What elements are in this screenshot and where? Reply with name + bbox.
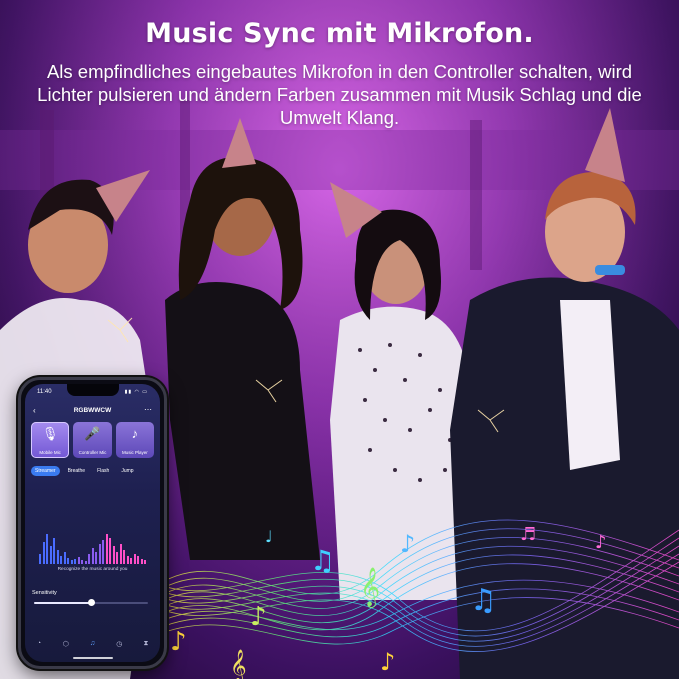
svg-text:♪: ♪: [595, 532, 607, 553]
mode-label: Mobile Mic: [39, 450, 61, 455]
visualizer-bar: [46, 534, 48, 564]
bottom-tab-bar: ◔ ⬡ ♫ ◷ ⧗: [31, 640, 154, 652]
audio-visualizer: [39, 530, 149, 564]
visualizer-bar: [116, 552, 118, 564]
mode-controller-mic[interactable]: 🎤 Controller Mic: [73, 422, 112, 458]
visualizer-bar: [144, 560, 146, 564]
smartphone: 11:40 ▮▮ ◠ ▭ ‹ RGBWWCW ⋯ 🎙 Mobile Mic 🎤 …: [18, 377, 167, 669]
visualizer-bar: [81, 560, 83, 564]
effect-tabs: Streamer Breathe Flash Jump: [31, 466, 154, 476]
home-indicator: [72, 657, 113, 659]
mode-music-player[interactable]: ♪ Music Player: [115, 422, 154, 458]
slider-fill: [34, 602, 91, 604]
svg-text:♪: ♪: [250, 602, 267, 632]
music-note-icon: ♪: [131, 426, 139, 441]
svg-text:♩: ♩: [265, 527, 273, 546]
visualizer-bar: [77, 557, 80, 564]
visualizer-bar: [105, 534, 108, 564]
mic-mode-selector: 🎙 Mobile Mic 🎤 Controller Mic ♪ Music Pl…: [31, 422, 154, 458]
visualizer-bar: [133, 554, 136, 564]
visualizer-bar: [123, 550, 125, 564]
visualizer-bar: [130, 558, 132, 564]
effect-streamer[interactable]: Streamer: [31, 466, 60, 476]
status-time: 11:40: [37, 389, 52, 395]
visualizer-bar: [140, 559, 143, 564]
signal-wifi-battery-icons: ▮▮ ◠ ▭: [124, 389, 148, 395]
effect-flash[interactable]: Flash: [93, 466, 113, 476]
palette-icon[interactable]: ◔: [31, 640, 47, 652]
visualizer-bar: [119, 544, 122, 564]
slider-thumb[interactable]: [88, 599, 95, 606]
svg-text:𝄞: 𝄞: [230, 649, 247, 679]
app-header: ‹ RGBWWCW ⋯: [31, 405, 154, 418]
visualizer-bar: [49, 546, 52, 564]
cube-icon[interactable]: ⬡: [58, 640, 74, 652]
visualizer-bar: [88, 554, 90, 564]
visualizer-caption: Recognize the music around you: [57, 567, 128, 572]
mode-label: Music Player: [121, 450, 148, 455]
status-bar: 11:40 ▮▮ ◠ ▭: [35, 389, 150, 399]
hourglass-icon[interactable]: ⧗: [138, 640, 154, 652]
visualizer-bar: [39, 554, 41, 564]
visualizer-bar: [109, 538, 111, 564]
visualizer-bar: [42, 542, 45, 564]
svg-text:♪: ♪: [380, 648, 395, 676]
visualizer-bar: [98, 544, 101, 564]
timer-icon[interactable]: ◷: [111, 640, 127, 652]
visualizer-bar: [112, 546, 115, 564]
music-notes: ♫ 𝄞 ♪ ♫ ♪ ♬ ♪ ♪ ♪ 𝄞 ♩: [170, 524, 607, 679]
svg-text:♬: ♬: [520, 524, 536, 545]
svg-text:♫: ♫: [470, 583, 497, 618]
visualizer-bar: [91, 548, 94, 564]
visualizer-bar: [67, 558, 69, 564]
visualizer-bar: [53, 538, 55, 564]
more-dots-icon[interactable]: ⋯: [144, 405, 152, 414]
music-tab-icon[interactable]: ♫: [85, 640, 101, 652]
svg-text:♪: ♪: [400, 530, 415, 558]
microphone-icon: 🎤: [84, 426, 101, 441]
visualizer-bar: [126, 556, 129, 564]
visualizer-bar: [74, 559, 76, 564]
svg-text:♪: ♪: [170, 627, 187, 657]
subline-description: Als empfindliches eingebautes Mikrofon i…: [37, 61, 642, 128]
mode-mobile-mic[interactable]: 🎙 Mobile Mic: [31, 422, 70, 458]
visualizer-bar: [63, 552, 66, 564]
mode-label: Controller Mic: [78, 450, 107, 455]
app-screen: 11:40 ▮▮ ◠ ▭ ‹ RGBWWCW ⋯ 🎙 Mobile Mic 🎤 …: [25, 384, 160, 662]
effect-breathe[interactable]: Breathe: [64, 466, 90, 476]
svg-text:♫: ♫: [310, 544, 335, 577]
headline: Music Sync mit Mikrofon.: [145, 18, 534, 49]
visualizer-bar: [60, 556, 62, 564]
sensitivity-label: Sensitivity: [32, 590, 57, 596]
visualizer-bar: [56, 550, 59, 564]
visualizer-bar: [102, 540, 104, 564]
device-title: RGBWWCW: [73, 407, 112, 414]
sensitivity-slider[interactable]: [34, 599, 148, 606]
svg-text:𝄞: 𝄞: [360, 567, 380, 608]
visualizer-bar: [137, 556, 139, 564]
visualizer-bar: [70, 560, 73, 564]
visualizer-bar: [95, 552, 97, 564]
microphone-icon: 🎙: [41, 426, 59, 441]
visualizer-bar: [84, 561, 87, 564]
effect-jump[interactable]: Jump: [117, 466, 137, 476]
